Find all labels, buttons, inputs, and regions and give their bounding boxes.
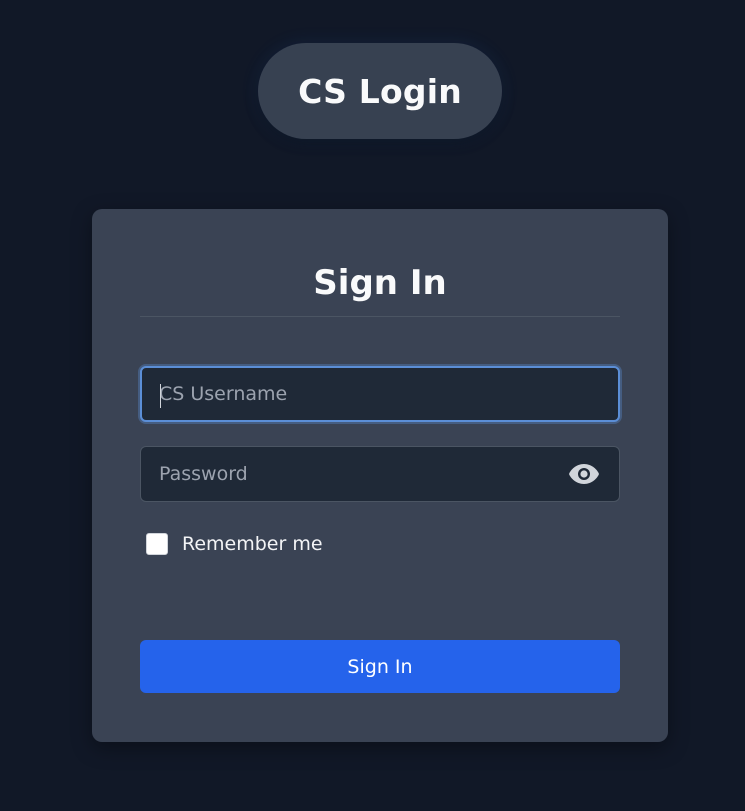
card-divider: [140, 316, 620, 317]
username-field-container: [140, 366, 620, 422]
remember-me-checkbox[interactable]: [146, 533, 168, 555]
eye-icon[interactable]: [567, 460, 601, 488]
text-caret: [160, 384, 161, 408]
remember-me-row[interactable]: Remember me: [146, 531, 323, 557]
card-title: Sign In: [313, 263, 447, 303]
login-card: Sign In Remember me Sign In: [92, 209, 668, 742]
password-input[interactable]: [141, 447, 619, 501]
password-field-container: [140, 446, 620, 502]
remember-me-label: Remember me: [182, 533, 323, 555]
username-input[interactable]: [142, 368, 618, 420]
sign-in-button[interactable]: Sign In: [140, 640, 620, 693]
app-title: CS Login: [258, 43, 502, 139]
